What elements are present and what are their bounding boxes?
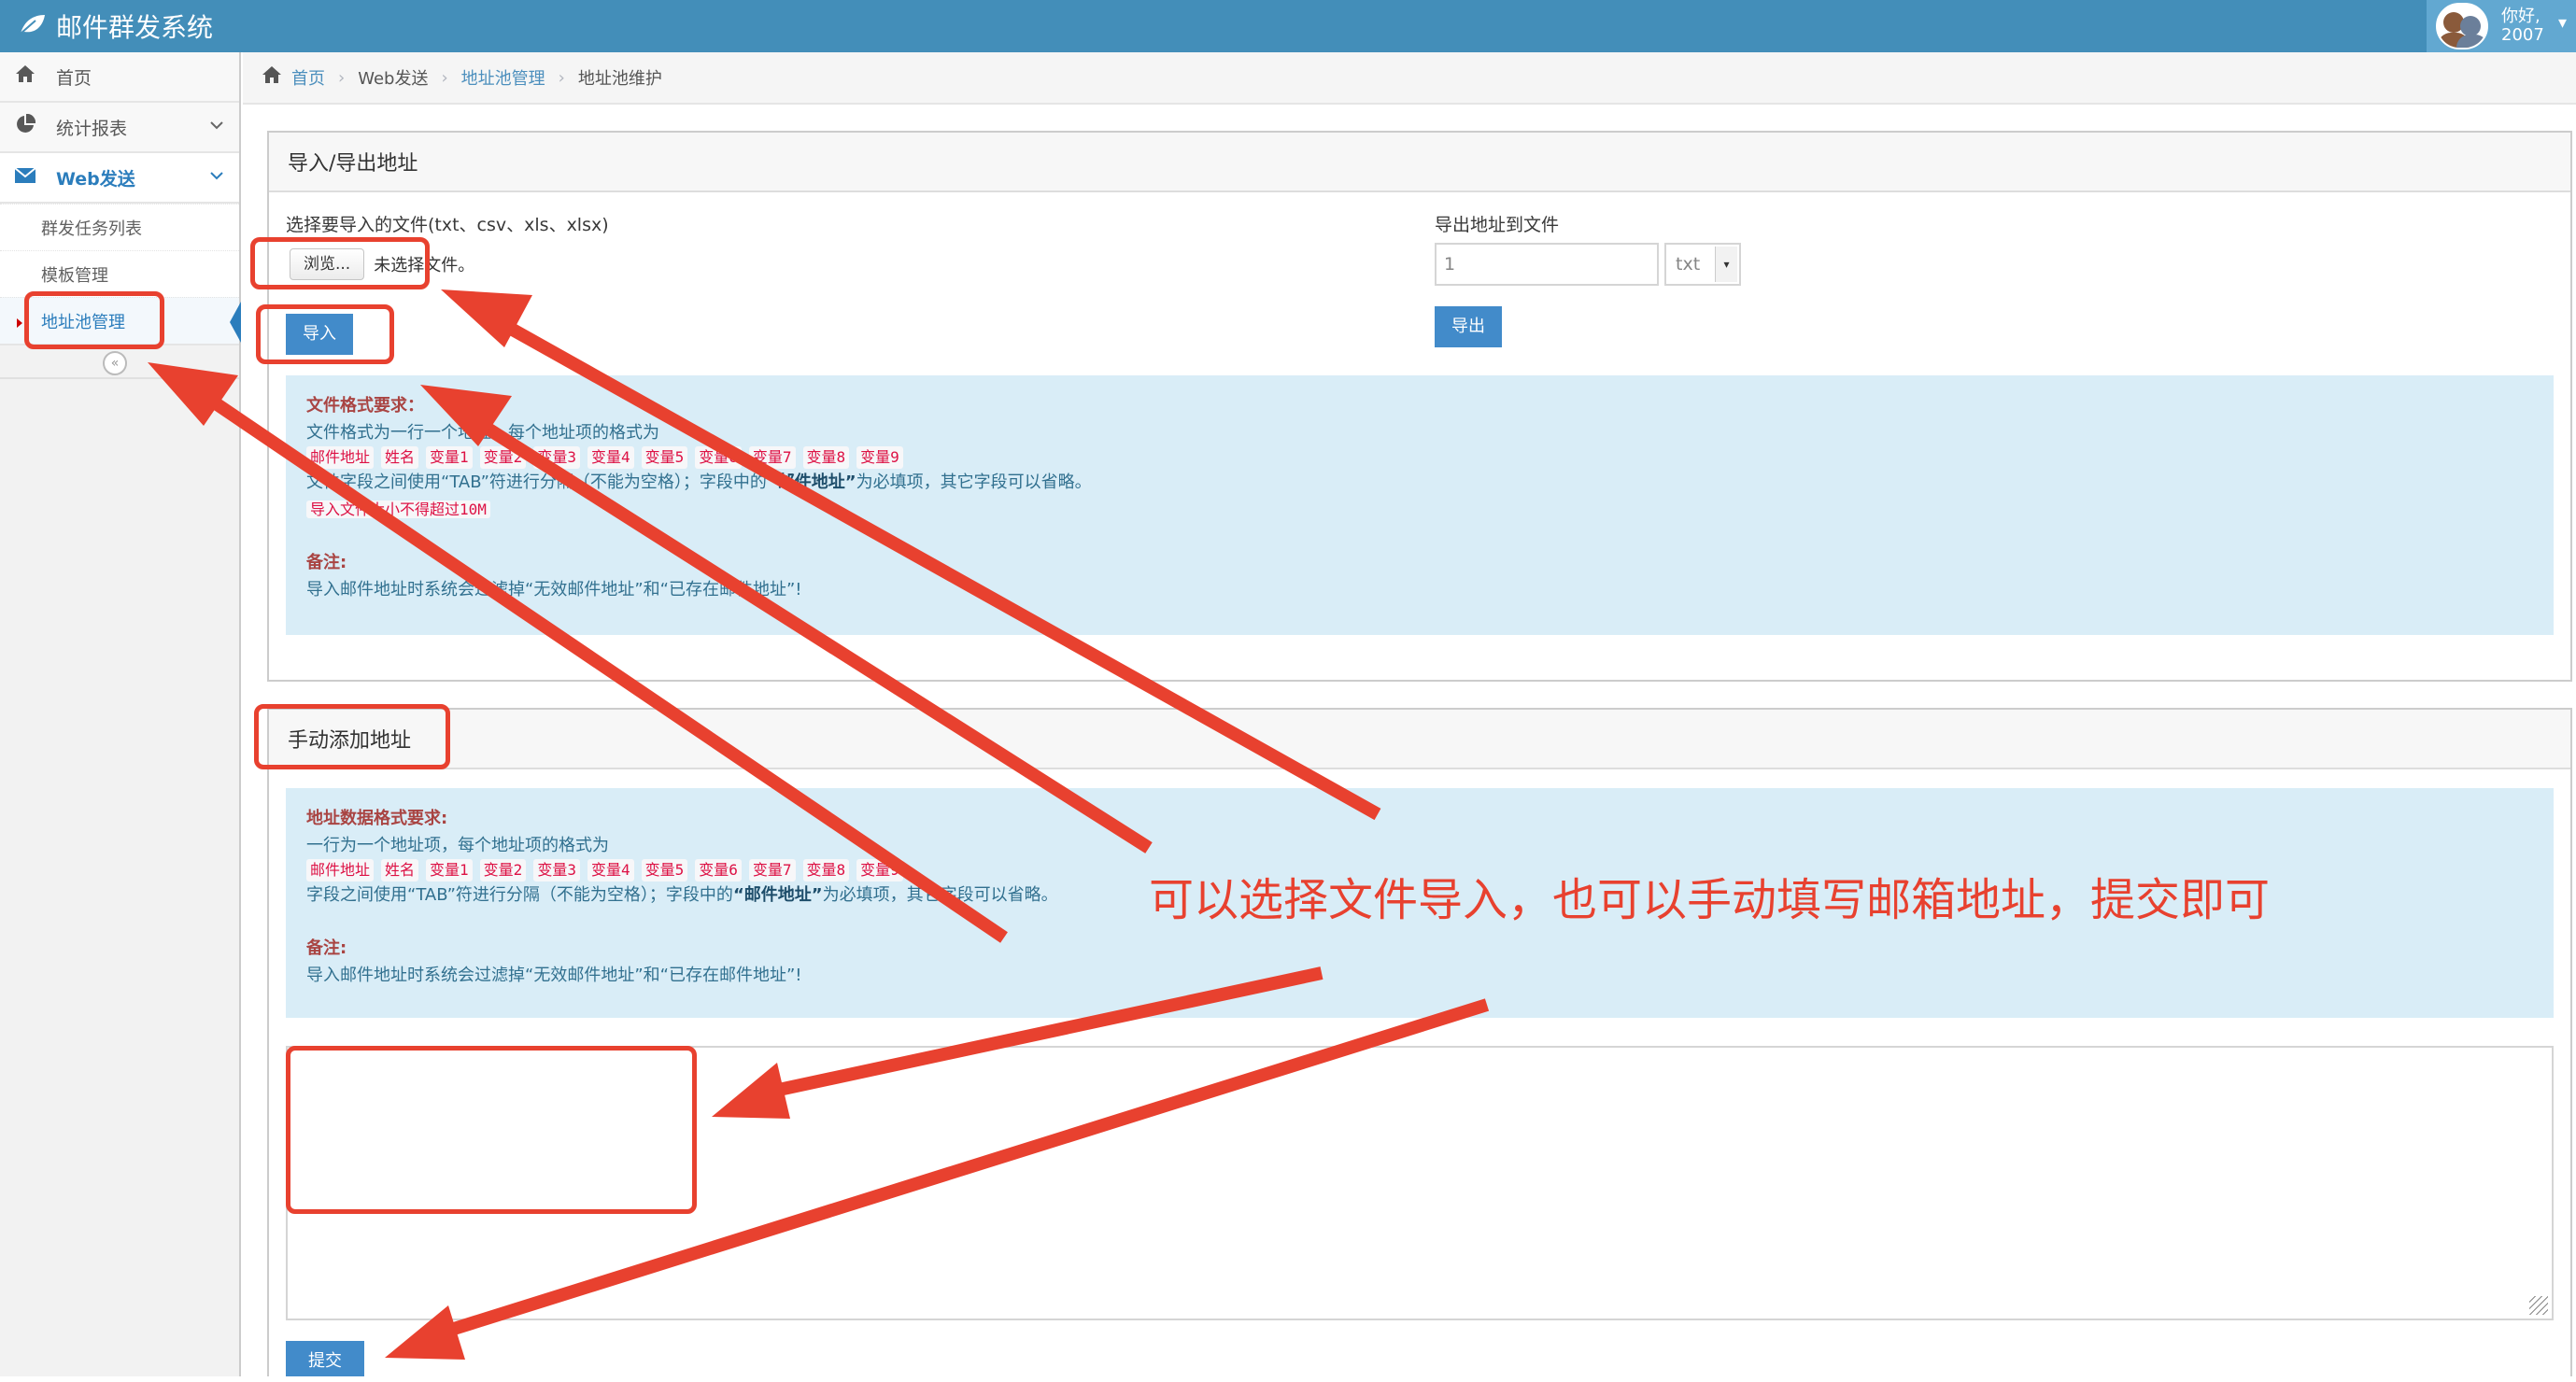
sidebar-item-home[interactable]: 首页 [0,52,239,103]
avatar [2436,3,2488,49]
caret-down-icon: ▾ [1715,247,1737,282]
field-tag: 变量1 [426,859,473,881]
info-line: 文件格式为一行一个地址，每个地址项的格式为 [306,423,659,443]
annotation-note: 可以选择文件导入，也可以手动填写邮箱地址，提交即可 [1149,874,2271,926]
envelope-icon [11,166,39,190]
leaf-icon [19,11,47,42]
import-file-label: 选择要导入的文件(txt、csv、xls、xlsx) [286,215,609,235]
note-text: 导入邮件地址时系统会过滤掉“无效邮件地址”和“已存在邮件地址”! [306,966,802,985]
breadcrumb-pool-link[interactable]: 地址池管理 [461,65,545,90]
field-tag: 变量7 [748,446,796,469]
field-tag: 变量4 [587,446,634,469]
field-tag: 变量8 [802,446,850,469]
note-heading: 备注: [306,553,347,572]
pie-chart-icon [11,113,39,140]
annotation-box-manual-title [254,704,450,769]
sidebar-item-label: Web发送 [56,168,135,190]
info-line: 一行为一个地址项，每个地址项的格式为 [306,836,609,855]
breadcrumb: 首页 › Web发送 › 地址池管理 › 地址池维护 [243,52,2576,105]
field-tag: 变量8 [802,859,850,881]
caret-down-icon: ▾ [2557,13,2567,33]
info-text: 为必填项，其它字段可以省略。 [822,885,1058,905]
sidebar-item-stats[interactable]: 统计报表 [0,103,239,153]
field-tag: 变量4 [587,859,634,881]
active-marker-icon [17,318,22,328]
chevron-right-icon: › [558,67,565,88]
field-tag: 变量9 [856,446,903,469]
export-button[interactable]: 导出 [1435,306,1502,347]
note-text: 导入邮件地址时系统会过滤掉“无效邮件地址”和“已存在邮件地址”! [306,580,802,599]
info-required-field: “邮件地址” [732,885,823,905]
breadcrumb-home-link[interactable]: 首页 [291,65,325,90]
sidebar-item-label: 统计报表 [56,118,128,139]
note-heading: 备注: [306,938,347,958]
field-tag: 邮件地址 [306,859,375,881]
size-limit-tag: 导入文件大小不得超过10M [306,501,490,518]
user-info: 你好, 2007 [2501,7,2544,45]
double-chevron-left-icon[interactable]: « [103,351,127,375]
import-format-info: 文件格式要求： 文件格式为一行一个地址，每个地址项的格式为 邮件地址 姓名 变量… [286,375,2554,635]
info-line: 文件字段之间使用“TAB”符进行分隔（不能为空格）；字段中的“邮件地址”为必填项… [306,469,2533,496]
field-tag: 变量3 [533,446,580,469]
field-tag: 变量1 [426,446,473,469]
chevron-down-icon [209,166,224,186]
field-tag: 变量7 [748,859,796,881]
field-tag: 变量6 [695,446,742,469]
app-title: 邮件群发系统 [56,12,214,43]
sidebar-item-label: 群发任务列表 [41,219,142,239]
breadcrumb-web-send: Web发送 [358,69,429,89]
annotation-box-import [256,304,394,364]
sidebar-collapse-bar: « [0,346,239,379]
top-navbar: 邮件群发系统 你好, 2007 ▾ [0,0,2576,52]
export-count-input[interactable]: 1 [1435,243,1659,286]
export-label: 导出地址到文件 [1435,215,1560,235]
sidebar: 首页 统计报表 Web发送 群发任务列表 模板管理 地址池管理 « [0,52,241,1376]
export-format-value: txt [1676,254,1701,275]
field-tag: 变量5 [641,446,688,469]
panel-title: 导入/导出地址 [269,133,2570,192]
app-brand[interactable]: 邮件群发系统 [19,0,213,52]
annotation-box-browse [250,237,430,289]
export-format-select[interactable]: txt ▾ [1664,243,1741,286]
field-tag: 变量9 [856,859,903,881]
info-heading: 地址数据格式要求: [306,809,448,828]
panel-title: 手动添加地址 [269,710,2570,769]
info-text: 字段之间使用“TAB”符进行分隔（不能为空格）；字段中的 [306,885,733,905]
field-tags: 邮件地址 姓名 变量1 变量2 变量3 变量4 变量5 变量6 变量7 变量8 … [306,446,2533,469]
info-text: 为必填项，其它字段可以省略。 [856,472,1092,492]
field-tag: 变量2 [479,446,527,469]
submit-button[interactable]: 提交 [286,1341,364,1376]
sidebar-item-task-list[interactable]: 群发任务列表 [0,204,239,250]
home-icon [11,64,39,89]
resize-handle-icon[interactable] [2529,1296,2548,1315]
info-text: 文件字段之间使用“TAB”符进行分隔（不能为空格）；字段中的 [306,472,767,492]
field-tag: 变量2 [479,859,527,881]
sidebar-item-web-send[interactable]: Web发送 [0,153,239,204]
info-required-field: “邮件地址” [766,472,856,492]
user-greeting: 你好, [2501,7,2541,26]
user-name: 2007 [2501,25,2544,45]
chevron-right-icon: › [338,67,346,88]
breadcrumb-current: 地址池维护 [577,69,662,89]
chevron-right-icon: › [441,67,448,88]
field-tag: 变量5 [641,859,688,881]
field-tag: 邮件地址 [306,446,375,469]
sidebar-item-label: 首页 [56,67,92,89]
annotation-box-sidebar [24,291,164,349]
chevron-down-icon [209,116,224,135]
field-tag: 姓名 [381,859,419,881]
home-icon [262,65,282,90]
user-menu[interactable]: 你好, 2007 ▾ [2427,0,2576,52]
info-heading: 文件格式要求： [306,396,424,416]
field-tag: 姓名 [381,446,419,469]
field-tag: 变量3 [533,859,580,881]
sidebar-item-templates[interactable]: 模板管理 [0,250,239,297]
field-tag: 变量6 [695,859,742,881]
sidebar-item-label: 模板管理 [41,265,108,286]
annotation-box-textarea [286,1046,697,1214]
